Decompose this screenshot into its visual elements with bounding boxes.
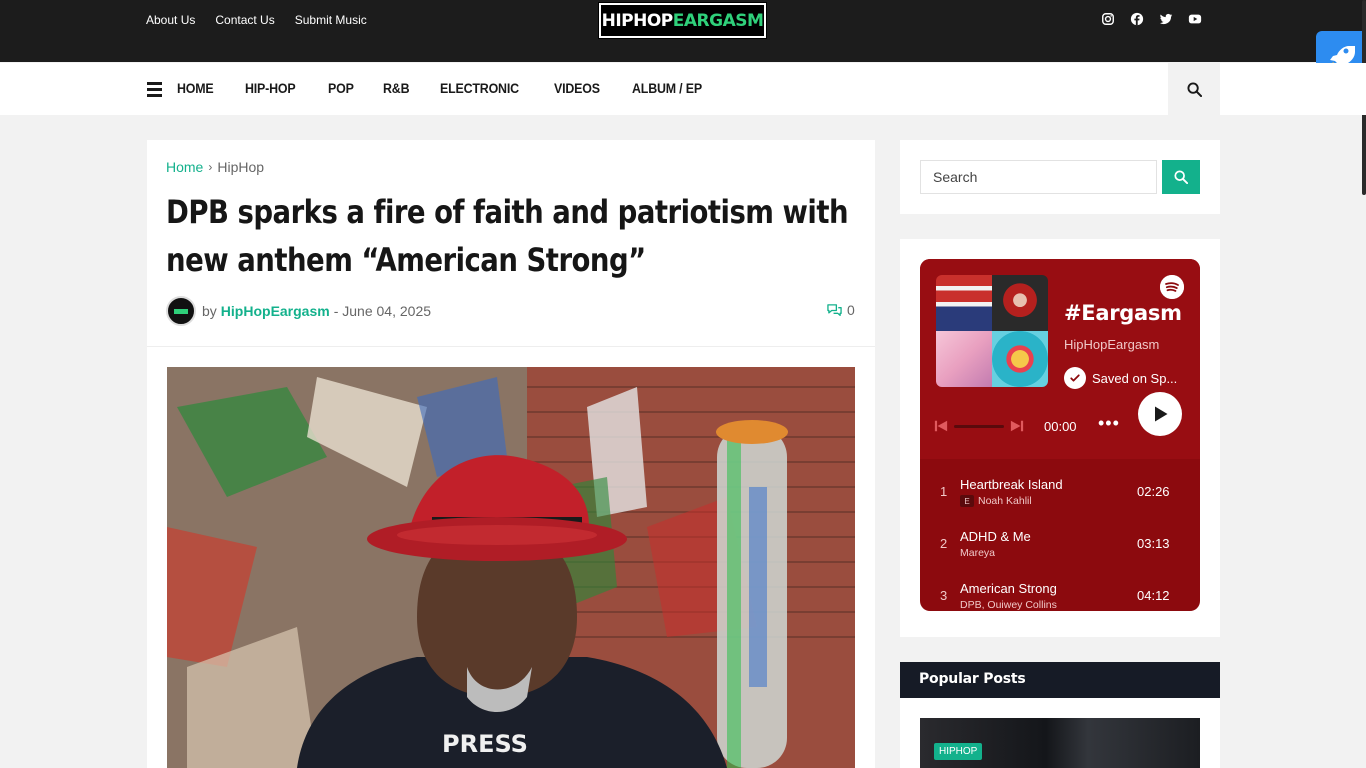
nav-rnb[interactable]: R&B [383,81,410,96]
comments-link[interactable]: 0 [826,302,855,318]
playlist-owner[interactable]: HipHopEargasm [1064,337,1159,352]
saved-text: Saved on Sp... [1092,370,1178,386]
sidebar-search-button[interactable] [1162,160,1200,194]
track-number: 2 [940,536,948,551]
spotify-embed: #Eargasm HipHopEargasm Saved on Sp... 00… [920,259,1200,611]
article-date: - June 04, 2025 [333,303,432,319]
play-button[interactable] [1138,392,1182,436]
nav-electronic[interactable]: ELECTRONIC [440,81,519,96]
track-artist: Noah Kahlil [978,495,1032,507]
article-hero-image[interactable]: PRESS [167,367,855,768]
svg-text:PRESS: PRESS [442,730,528,758]
next-track-icon[interactable] [1010,419,1024,438]
twitter-icon[interactable] [1159,12,1173,26]
saved-status[interactable]: Saved on Sp... [1064,367,1177,389]
more-options-icon[interactable]: ••• [1098,413,1120,434]
track-name: ADHD & Me [960,529,1031,544]
comment-count: 0 [847,302,855,318]
top-links: About Us Contact Us Submit Music [146,13,367,27]
popular-posts-heading: Popular Posts [900,662,1220,698]
nav-videos[interactable]: VIDEOS [554,81,600,96]
playback-time: 00:00 [1044,419,1077,434]
site-logo[interactable]: HIPHOP EARGASM [598,2,767,39]
track-duration: 04:12 [1137,588,1170,603]
track-artist-line: DPB, Ouiwey Collins [960,599,1057,611]
spotify-icon[interactable] [1160,275,1184,299]
playlist-cover[interactable] [936,275,1048,387]
track-row[interactable]: 3 American Strong DPB, Ouiwey Collins 04… [920,563,1200,611]
track-row[interactable]: 2 ADHD & Me Mareya 03:13 [920,511,1200,563]
about-us-link[interactable]: About Us [146,13,195,27]
track-artist-line: Mareya [960,547,995,559]
cover-tile-1 [936,275,992,331]
track-name: Heartbreak Island [960,477,1063,492]
previous-track-icon[interactable] [934,419,948,438]
track-artist: Mareya [960,547,996,559]
comments-icon [827,303,842,316]
meta-divider [147,346,875,347]
track-artist: DPB, Ouiwey Collins [960,599,1057,611]
article-meta: by HipHopEargasm - June 04, 2025 [166,296,431,326]
nav-search-button[interactable] [1168,63,1220,115]
track-name: American Strong [960,581,1057,596]
popular-post-category-tag[interactable]: HIPHOP [934,743,983,760]
progress-bar[interactable] [954,425,1004,428]
instagram-icon[interactable] [1101,12,1115,26]
explicit-badge: E [960,495,974,507]
nav-home[interactable]: HOME [177,81,214,96]
search-icon [1174,170,1188,184]
cover-tile-2 [992,275,1048,331]
menu-icon[interactable] [147,82,162,97]
article-title: DPB sparks a fire of faith and patriotis… [166,193,849,279]
check-icon [1064,367,1086,389]
social-links [1101,12,1202,26]
track-list: 1 Heartbreak Island E Noah Kahlil 02:26 … [920,459,1200,611]
breadcrumb-current[interactable]: HipHop [217,159,264,175]
nav-items: HOME HIP-HOP POP R&B ELECTRONIC VIDEOS A… [177,81,708,96]
facebook-icon[interactable] [1130,12,1144,26]
nav-pop[interactable]: POP [328,81,354,96]
cover-tile-4 [992,331,1048,387]
submit-music-link[interactable]: Submit Music [295,13,367,27]
breadcrumb: Home › HipHop [166,159,264,175]
nav-hip-hop[interactable]: HIP-HOP [245,81,296,96]
track-artist-line: E Noah Kahlil [960,495,1032,507]
contact-us-link[interactable]: Contact Us [215,13,274,27]
by-label: by [202,303,217,319]
track-number: 3 [940,588,948,603]
track-duration: 03:13 [1137,536,1170,551]
youtube-icon[interactable] [1188,12,1202,26]
breadcrumb-home[interactable]: Home [166,159,203,175]
playlist-name[interactable]: #Eargasm [1064,301,1182,325]
search-icon [1186,81,1202,97]
track-duration: 02:26 [1137,484,1170,499]
author-avatar[interactable] [166,296,196,326]
cover-tile-3 [936,331,992,387]
nav-album-ep[interactable]: ALBUM / EP [632,81,702,96]
sidebar-search-input[interactable] [920,160,1157,194]
author-link[interactable]: HipHopEargasm [221,303,330,319]
track-number: 1 [940,484,948,499]
chevron-right-icon: › [208,160,213,174]
track-row[interactable]: 1 Heartbreak Island E Noah Kahlil 02:26 [920,459,1200,511]
play-icon [1155,406,1168,422]
